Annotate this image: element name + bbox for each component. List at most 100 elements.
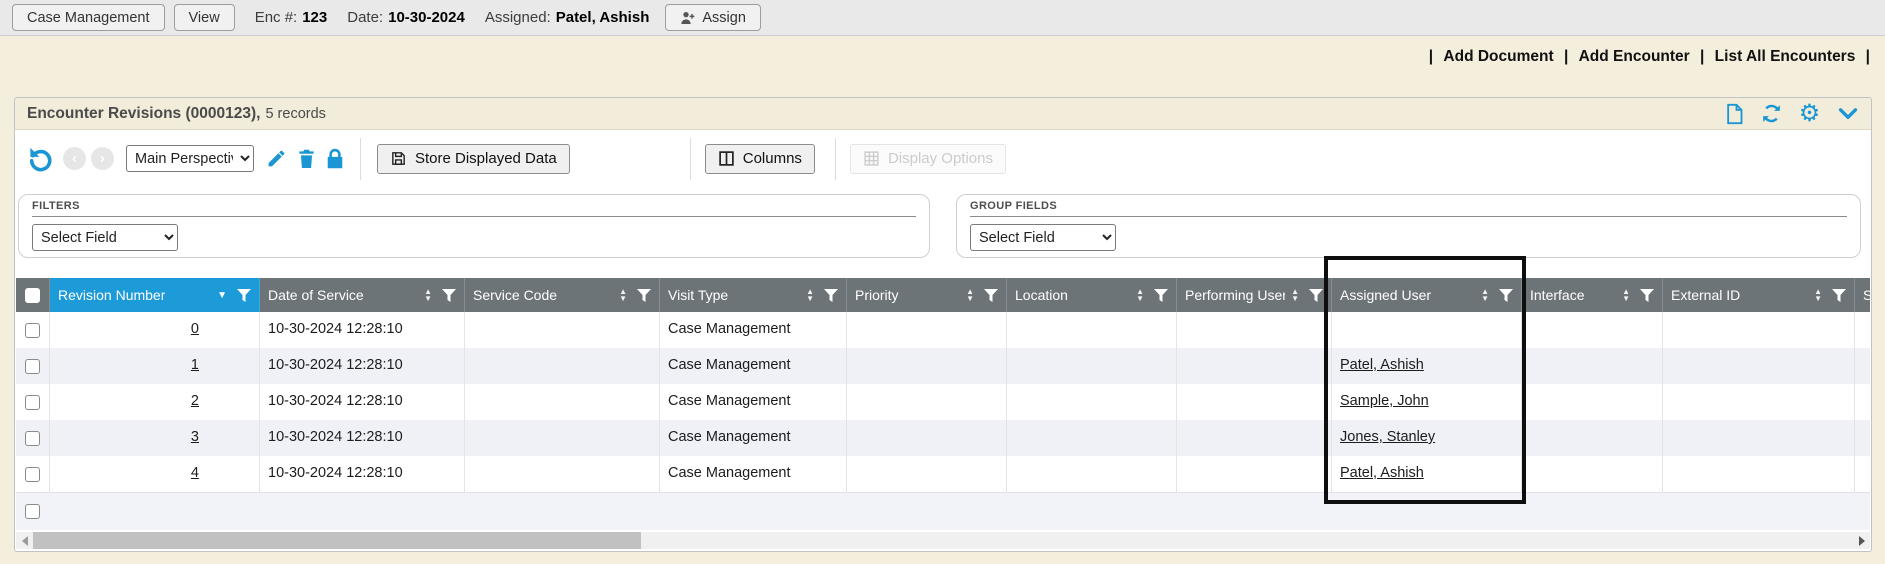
revision-link[interactable]: 3 [191,429,199,445]
delete-trash-icon[interactable] [297,148,316,169]
column-header-interface[interactable]: Interface ▲▼ [1522,278,1663,312]
cell-date-of-service: 10-30-2024 12:28:10 [260,420,465,456]
filters-field-select[interactable]: Select Field [32,224,178,251]
filter-icon[interactable] [442,289,456,302]
sort-icon[interactable]: ▲▼ [1481,288,1489,302]
column-header-external-id[interactable]: External ID ▲▼ [1663,278,1855,312]
separator: | [1429,48,1433,65]
filter-icon[interactable] [984,289,998,302]
table-row[interactable]: 2 10-30-2024 12:28:10 Case Management Sa… [16,384,1870,420]
assigned-user-link[interactable]: Jones, Stanley [1340,429,1435,445]
store-displayed-data-button[interactable]: Store Displayed Data [377,144,570,174]
filter-icon[interactable] [1154,289,1168,302]
cell-location [1007,420,1177,456]
cell-external-id [1663,420,1855,456]
edit-pencil-icon[interactable] [266,148,287,169]
add-document-link[interactable]: Add Document [1443,48,1553,65]
assign-button[interactable]: Assign [665,4,761,31]
next-record-button[interactable]: › [91,147,114,170]
cell-revision-number: 3 [50,420,260,456]
cell-assigned-user: Patel, Ashish [1332,348,1522,384]
list-all-encounters-link[interactable]: List All Encounters [1715,48,1856,65]
revisions-table: Revision Number ▼ Date of Service ▲▼ Ser… [16,278,1870,530]
scroll-right-arrow[interactable] [1853,532,1870,549]
refresh-icon[interactable] [1760,102,1783,125]
revision-link[interactable]: 1 [191,357,199,373]
cell-service-code [465,420,660,456]
prev-record-button[interactable]: ‹ [63,147,86,170]
sort-icon[interactable]: ▲▼ [1814,288,1822,302]
columns-icon [718,150,735,167]
sort-icon[interactable]: ▲▼ [1291,288,1299,302]
document-icon[interactable] [1722,102,1745,125]
cell-priority [847,420,1007,456]
row-checkbox[interactable] [25,431,40,446]
sort-icon[interactable]: ▲▼ [1622,288,1630,302]
select-all-header[interactable] [16,278,50,312]
undo-icon[interactable] [27,145,54,172]
assigned-user-link[interactable]: Sample, John [1340,393,1429,409]
column-header-service-code[interactable]: Service Code ▲▼ [465,278,660,312]
row-checkbox[interactable] [25,395,40,410]
column-header-performing-user[interactable]: Performing User ▲▼ [1177,278,1332,312]
revision-link[interactable]: 0 [191,321,199,337]
filter-icon[interactable] [1309,289,1323,302]
cell-clipped [1855,312,1870,348]
horizontal-scrollbar[interactable] [16,532,1870,549]
case-management-button[interactable]: Case Management [12,4,165,31]
assigned-user-link[interactable]: Patel, Ashish [1340,465,1424,481]
column-header-location[interactable]: Location ▲▼ [1007,278,1177,312]
perspective-select[interactable]: Main Perspective [126,145,254,172]
column-header-assigned-user[interactable]: Assigned User ▲▼ [1332,278,1522,312]
add-encounter-link[interactable]: Add Encounter [1579,48,1690,65]
table-row[interactable]: 4 10-30-2024 12:28:10 Case Management Pa… [16,456,1870,492]
sort-icon[interactable]: ▲▼ [966,288,974,302]
sort-icon[interactable]: ▲▼ [619,288,627,302]
top-toolbar: Case Management View Enc #: 123 Date: 10… [0,0,1885,36]
column-header-clipped[interactable]: S [1855,278,1870,312]
column-header-priority[interactable]: Priority ▲▼ [847,278,1007,312]
sort-icon[interactable]: ▲▼ [1136,288,1144,302]
filter-icon[interactable] [1640,289,1654,302]
row-checkbox[interactable] [25,467,40,482]
filter-icon[interactable] [1499,289,1513,302]
cell-service-code [465,384,660,420]
revision-link[interactable]: 4 [191,465,199,481]
revision-link[interactable]: 2 [191,393,199,409]
group-fields-select[interactable]: Select Field [970,224,1116,251]
row-checkbox[interactable] [25,359,40,374]
table-row[interactable]: 1 10-30-2024 12:28:10 Case Management Pa… [16,348,1870,384]
cell-visit-type: Case Management [660,456,847,492]
select-all-checkbox[interactable] [25,288,40,303]
table-row[interactable]: 0 10-30-2024 12:28:10 Case Management [16,312,1870,348]
sort-desc-icon[interactable]: ▼ [217,290,227,301]
row-checkbox[interactable] [25,504,40,519]
table-row[interactable]: 3 10-30-2024 12:28:10 Case Management Jo… [16,420,1870,456]
cell-external-id [1663,456,1855,492]
filter-icon[interactable] [237,289,251,302]
cell-interface [1522,384,1663,420]
cell-priority [847,312,1007,348]
assigned-user-link[interactable]: Patel, Ashish [1340,357,1424,373]
gear-icon[interactable]: ⚙ [1798,102,1821,125]
column-header-revision-number[interactable]: Revision Number ▼ [50,278,260,312]
column-header-date-of-service[interactable]: Date of Service ▲▼ [260,278,465,312]
filter-icon[interactable] [1832,289,1846,302]
assigned-label: Assigned: [485,9,551,26]
save-floppy-icon [390,150,407,167]
cell-visit-type: Case Management [660,384,847,420]
sort-icon[interactable]: ▲▼ [424,288,432,302]
cell-date-of-service: 10-30-2024 12:28:10 [260,384,465,420]
lock-icon[interactable] [326,148,344,169]
scrollbar-thumb[interactable] [33,532,641,549]
columns-button[interactable]: Columns [705,144,815,174]
filter-icon[interactable] [637,289,651,302]
column-header-visit-type[interactable]: Visit Type ▲▼ [660,278,847,312]
scroll-left-arrow[interactable] [16,532,33,549]
row-checkbox[interactable] [25,323,40,338]
separator: | [1866,48,1870,65]
chevron-down-icon[interactable] [1836,102,1859,125]
filter-icon[interactable] [824,289,838,302]
sort-icon[interactable]: ▲▼ [806,288,814,302]
view-button[interactable]: View [174,4,235,31]
